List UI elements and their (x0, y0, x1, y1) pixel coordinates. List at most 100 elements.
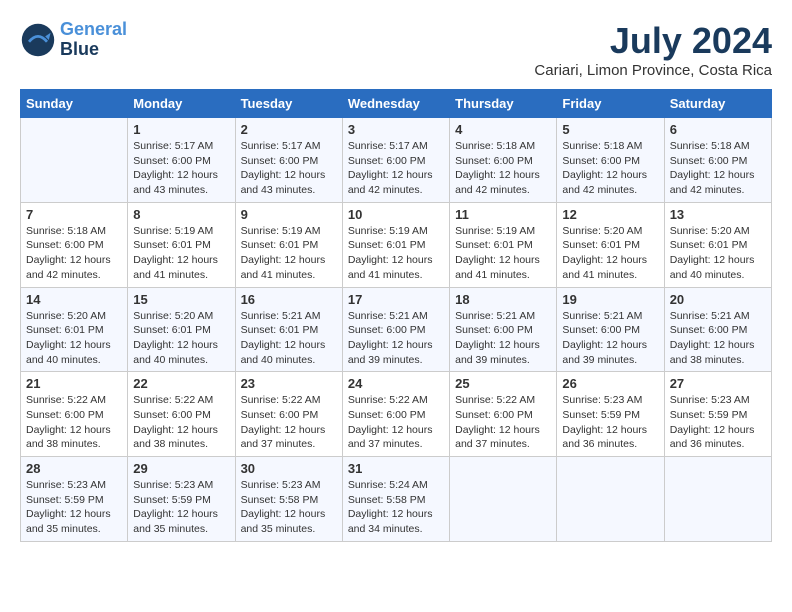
day-number: 19 (562, 292, 658, 307)
day-info: Sunrise: 5:19 AM Sunset: 6:01 PM Dayligh… (455, 224, 551, 283)
day-cell: 18 Sunrise: 5:21 AM Sunset: 6:00 PM Dayli… (450, 287, 557, 372)
day-number: 21 (26, 376, 122, 391)
day-cell: 27 Sunrise: 5:23 AM Sunset: 5:59 PM Dayli… (664, 372, 771, 457)
day-number: 14 (26, 292, 122, 307)
day-number: 13 (670, 207, 766, 222)
day-info: Sunrise: 5:21 AM Sunset: 6:00 PM Dayligh… (562, 309, 658, 368)
week-row-3: 14 Sunrise: 5:20 AM Sunset: 6:01 PM Dayli… (21, 287, 772, 372)
day-info: Sunrise: 5:21 AM Sunset: 6:00 PM Dayligh… (455, 309, 551, 368)
day-info: Sunrise: 5:19 AM Sunset: 6:01 PM Dayligh… (241, 224, 337, 283)
day-number: 22 (133, 376, 229, 391)
day-info: Sunrise: 5:24 AM Sunset: 5:58 PM Dayligh… (348, 478, 444, 537)
day-info: Sunrise: 5:20 AM Sunset: 6:01 PM Dayligh… (133, 309, 229, 368)
day-info: Sunrise: 5:23 AM Sunset: 5:59 PM Dayligh… (562, 393, 658, 452)
col-header-wednesday: Wednesday (342, 90, 449, 118)
day-number: 18 (455, 292, 551, 307)
day-number: 5 (562, 122, 658, 137)
week-row-1: 1 Sunrise: 5:17 AM Sunset: 6:00 PM Daylig… (21, 118, 772, 203)
day-number: 15 (133, 292, 229, 307)
day-info: Sunrise: 5:23 AM Sunset: 5:59 PM Dayligh… (670, 393, 766, 452)
day-info: Sunrise: 5:22 AM Sunset: 6:00 PM Dayligh… (133, 393, 229, 452)
logo-text: GeneralBlue (60, 20, 127, 60)
day-cell: 26 Sunrise: 5:23 AM Sunset: 5:59 PM Dayli… (557, 372, 664, 457)
day-cell (450, 457, 557, 542)
day-number: 17 (348, 292, 444, 307)
col-header-monday: Monday (128, 90, 235, 118)
day-cell: 15 Sunrise: 5:20 AM Sunset: 6:01 PM Dayli… (128, 287, 235, 372)
day-info: Sunrise: 5:17 AM Sunset: 6:00 PM Dayligh… (133, 139, 229, 198)
day-number: 30 (241, 461, 337, 476)
week-row-2: 7Sunrise: 5:18 AM Sunset: 6:00 PM Daylig… (21, 202, 772, 287)
day-info: Sunrise: 5:23 AM Sunset: 5:59 PM Dayligh… (26, 478, 122, 537)
day-info: Sunrise: 5:21 AM Sunset: 6:00 PM Dayligh… (348, 309, 444, 368)
day-cell: 11 Sunrise: 5:19 AM Sunset: 6:01 PM Dayli… (450, 202, 557, 287)
calendar-table: SundayMondayTuesdayWednesdayThursdayFrid… (20, 89, 772, 542)
day-info: Sunrise: 5:18 AM Sunset: 6:00 PM Dayligh… (670, 139, 766, 198)
day-info: Sunrise: 5:20 AM Sunset: 6:01 PM Dayligh… (562, 224, 658, 283)
day-info: Sunrise: 5:18 AM Sunset: 6:00 PM Dayligh… (562, 139, 658, 198)
day-cell (21, 118, 128, 203)
day-cell: 1 Sunrise: 5:17 AM Sunset: 6:00 PM Daylig… (128, 118, 235, 203)
day-info: Sunrise: 5:17 AM Sunset: 6:00 PM Dayligh… (241, 139, 337, 198)
day-cell: 7Sunrise: 5:18 AM Sunset: 6:00 PM Daylig… (21, 202, 128, 287)
day-cell: 16 Sunrise: 5:21 AM Sunset: 6:01 PM Dayli… (235, 287, 342, 372)
day-number: 31 (348, 461, 444, 476)
day-cell: 12 Sunrise: 5:20 AM Sunset: 6:01 PM Dayli… (557, 202, 664, 287)
day-info: Sunrise: 5:22 AM Sunset: 6:00 PM Dayligh… (348, 393, 444, 452)
day-number: 4 (455, 122, 551, 137)
day-info: Sunrise: 5:20 AM Sunset: 6:01 PM Dayligh… (26, 309, 122, 368)
day-number: 16 (241, 292, 337, 307)
day-number: 12 (562, 207, 658, 222)
day-number: 10 (348, 207, 444, 222)
day-number: 2 (241, 122, 337, 137)
day-number: 8 (133, 207, 229, 222)
day-number: 29 (133, 461, 229, 476)
day-cell: 5 Sunrise: 5:18 AM Sunset: 6:00 PM Daylig… (557, 118, 664, 203)
day-cell (664, 457, 771, 542)
header-row: SundayMondayTuesdayWednesdayThursdayFrid… (21, 90, 772, 118)
logo-icon (20, 22, 56, 58)
day-cell: 25Sunrise: 5:22 AM Sunset: 6:00 PM Dayli… (450, 372, 557, 457)
day-cell: 14 Sunrise: 5:20 AM Sunset: 6:01 PM Dayli… (21, 287, 128, 372)
day-number: 28 (26, 461, 122, 476)
day-info: Sunrise: 5:21 AM Sunset: 6:01 PM Dayligh… (241, 309, 337, 368)
day-cell: 22 Sunrise: 5:22 AM Sunset: 6:00 PM Dayli… (128, 372, 235, 457)
day-cell: 17 Sunrise: 5:21 AM Sunset: 6:00 PM Dayli… (342, 287, 449, 372)
month-title: July 2024 (534, 20, 772, 62)
day-number: 11 (455, 207, 551, 222)
page-header: GeneralBlue July 2024 Cariari, Limon Pro… (20, 20, 772, 79)
day-cell: 21 Sunrise: 5:22 AM Sunset: 6:00 PM Dayli… (21, 372, 128, 457)
day-cell: 29 Sunrise: 5:23 AM Sunset: 5:59 PM Dayli… (128, 457, 235, 542)
day-info: Sunrise: 5:20 AM Sunset: 6:01 PM Dayligh… (670, 224, 766, 283)
day-number: 27 (670, 376, 766, 391)
day-cell: 19 Sunrise: 5:21 AM Sunset: 6:00 PM Dayli… (557, 287, 664, 372)
col-header-tuesday: Tuesday (235, 90, 342, 118)
day-cell: 8 Sunrise: 5:19 AM Sunset: 6:01 PM Daylig… (128, 202, 235, 287)
day-info: Sunrise: 5:19 AM Sunset: 6:01 PM Dayligh… (348, 224, 444, 283)
day-cell: 31 Sunrise: 5:24 AM Sunset: 5:58 PM Dayli… (342, 457, 449, 542)
day-cell: 9Sunrise: 5:19 AM Sunset: 6:01 PM Daylig… (235, 202, 342, 287)
day-number: 1 (133, 122, 229, 137)
day-info: Sunrise: 5:23 AM Sunset: 5:58 PM Dayligh… (241, 478, 337, 537)
week-row-4: 21 Sunrise: 5:22 AM Sunset: 6:00 PM Dayli… (21, 372, 772, 457)
day-cell: 10 Sunrise: 5:19 AM Sunset: 6:01 PM Dayli… (342, 202, 449, 287)
day-info: Sunrise: 5:19 AM Sunset: 6:01 PM Dayligh… (133, 224, 229, 283)
col-header-saturday: Saturday (664, 90, 771, 118)
day-number: 26 (562, 376, 658, 391)
day-number: 24 (348, 376, 444, 391)
day-info: Sunrise: 5:22 AM Sunset: 6:00 PM Dayligh… (26, 393, 122, 452)
day-number: 7 (26, 207, 122, 222)
day-info: Sunrise: 5:23 AM Sunset: 5:59 PM Dayligh… (133, 478, 229, 537)
day-cell: 30 Sunrise: 5:23 AM Sunset: 5:58 PM Dayli… (235, 457, 342, 542)
col-header-sunday: Sunday (21, 90, 128, 118)
day-cell: 23Sunrise: 5:22 AM Sunset: 6:00 PM Dayli… (235, 372, 342, 457)
logo: GeneralBlue (20, 20, 127, 60)
day-info: Sunrise: 5:22 AM Sunset: 6:00 PM Dayligh… (241, 393, 337, 452)
day-cell: 3 Sunrise: 5:17 AM Sunset: 6:00 PM Daylig… (342, 118, 449, 203)
day-number: 3 (348, 122, 444, 137)
subtitle: Cariari, Limon Province, Costa Rica (534, 62, 772, 79)
day-info: Sunrise: 5:17 AM Sunset: 6:00 PM Dayligh… (348, 139, 444, 198)
day-cell: 28 Sunrise: 5:23 AM Sunset: 5:59 PM Dayli… (21, 457, 128, 542)
col-header-thursday: Thursday (450, 90, 557, 118)
title-area: July 2024 Cariari, Limon Province, Costa… (534, 20, 772, 79)
